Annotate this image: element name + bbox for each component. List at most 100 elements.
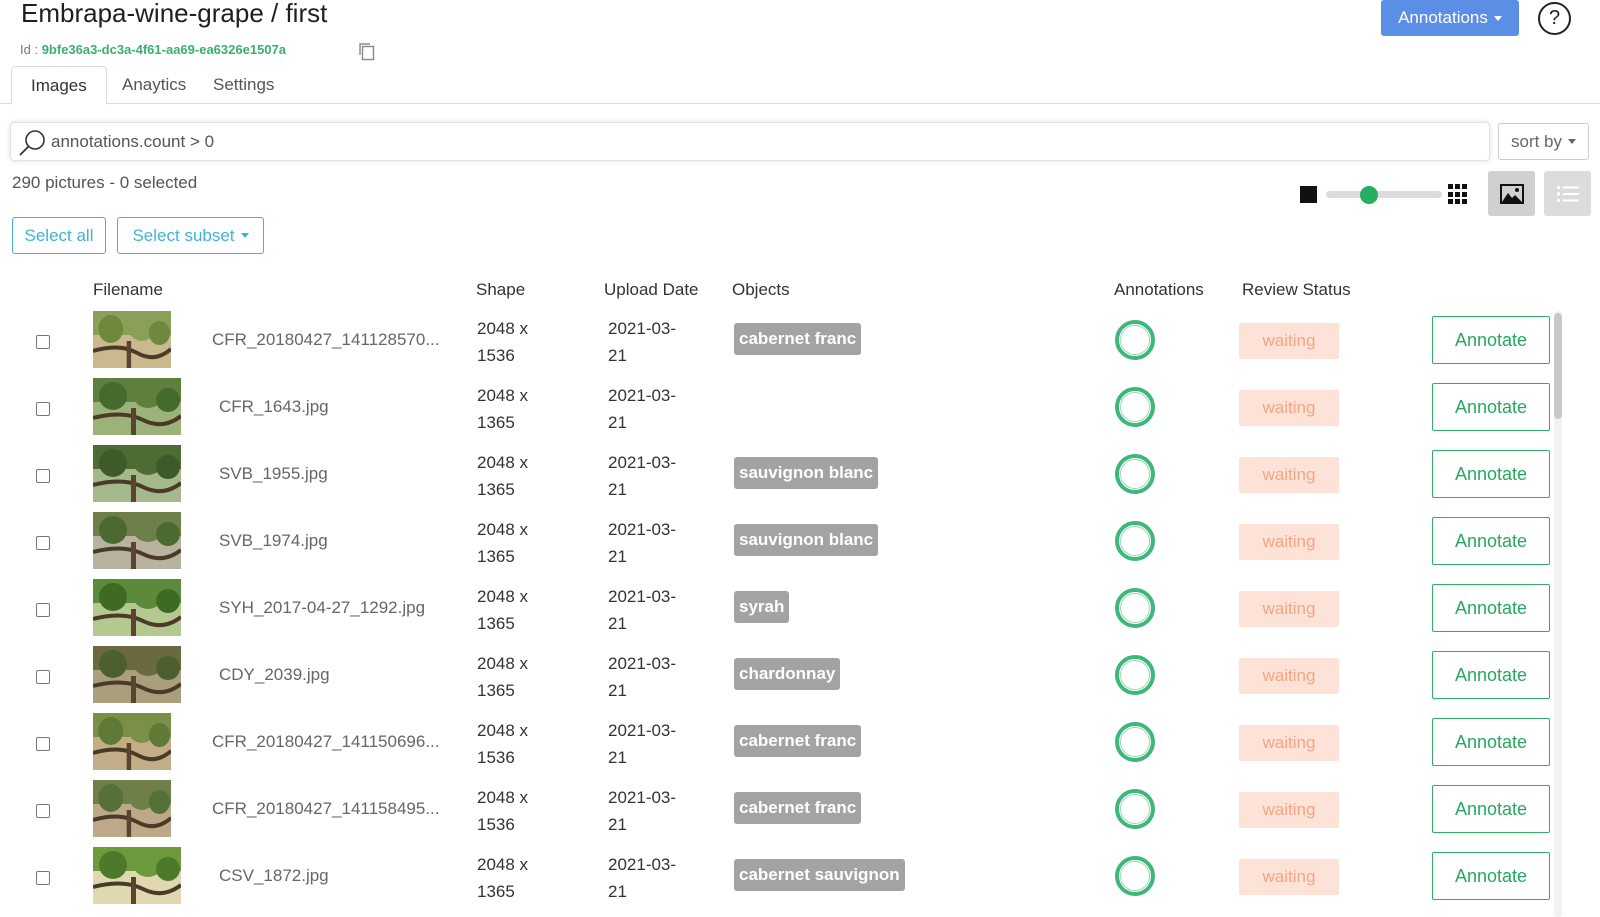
annotation-status-icon — [1115, 722, 1155, 762]
table-row[interactable]: SVB_1955.jpg 2048 x 1365 2021-03- 21 sauvigno… — [0, 444, 1560, 510]
review-status-badge: waiting — [1239, 457, 1339, 493]
filename: CDY_2039.jpg — [219, 665, 330, 684]
annotate-button[interactable]: Annotate — [1432, 584, 1550, 632]
review-status-badge: waiting — [1239, 859, 1339, 895]
row-checkbox[interactable] — [36, 469, 50, 483]
image-thumbnail[interactable] — [93, 378, 181, 435]
upload-date-part-2: 21 — [608, 547, 627, 566]
upload-date-part-1: 2021-03- — [608, 520, 677, 539]
column-header-filename[interactable]: Filename — [93, 280, 163, 300]
annotate-button[interactable]: Annotate — [1432, 450, 1550, 498]
select-subset-label: Select subset — [132, 225, 235, 245]
annotate-button[interactable]: Annotate — [1432, 517, 1550, 565]
row-checkbox[interactable] — [36, 871, 50, 885]
annotate-button[interactable]: Annotate — [1432, 852, 1550, 900]
annotations-dropdown-button[interactable]: Annotations — [1381, 0, 1519, 36]
row-checkbox[interactable] — [36, 737, 50, 751]
object-tag: chardonnay — [734, 658, 841, 690]
image-thumbnail[interactable] — [93, 847, 181, 904]
image-thumbnail[interactable] — [93, 780, 171, 837]
sort-by-dropdown[interactable]: sort by — [1498, 123, 1589, 160]
image-shape: 2048 x 1536 — [477, 315, 567, 369]
shape-width: 2048 x — [477, 721, 529, 740]
table-row[interactable]: SVB_1974.jpg 2048 x 1365 2021-03- 21 sauvigno… — [0, 511, 1560, 577]
table-row[interactable]: CFR_20180427_141128570... 2048 x 1536 2021-… — [0, 310, 1560, 376]
image-shape: 2048 x 1365 — [477, 583, 567, 637]
search-bar — [10, 122, 1490, 161]
upload-date-part-1: 2021-03- — [608, 721, 677, 740]
image-thumbnail[interactable] — [93, 579, 181, 636]
image-thumbnail[interactable] — [93, 512, 181, 569]
table-row[interactable]: CDY_2039.jpg 2048 x 1365 2021-03- 21 chardonn… — [0, 645, 1560, 711]
shape-height: 1365 — [477, 681, 515, 700]
upload-date-part-1: 2021-03- — [608, 788, 677, 807]
upload-date-part-2: 21 — [608, 748, 627, 767]
image-thumbnail[interactable] — [93, 445, 181, 502]
filename: CFR_20180427_141158495... — [212, 799, 440, 818]
shape-height: 1365 — [477, 480, 515, 499]
upload-date-part-2: 21 — [608, 413, 627, 432]
annotation-status-icon — [1115, 588, 1155, 628]
select-all-label: Select all — [24, 225, 94, 245]
image-shape: 2048 x 1365 — [477, 516, 567, 570]
dataset-id-label: Id : — [20, 42, 42, 57]
image-view-icon — [1499, 183, 1524, 204]
annotate-button[interactable]: Annotate — [1432, 316, 1550, 364]
tab-bar: Images Anaytics Settings — [0, 66, 1600, 105]
grid-icon[interactable] — [1448, 184, 1469, 205]
thumbnail-size-slider[interactable] — [1326, 191, 1442, 198]
image-thumbnail[interactable] — [93, 713, 171, 770]
column-header-shape[interactable]: Shape — [476, 280, 525, 300]
list-view-button[interactable] — [1544, 171, 1591, 216]
annotate-button[interactable]: Annotate — [1432, 718, 1550, 766]
column-header-review-status[interactable]: Review Status — [1242, 280, 1351, 300]
filename: CFR_1643.jpg — [219, 397, 329, 416]
scrollbar-thumb[interactable] — [1554, 313, 1562, 419]
column-header-annotations[interactable]: Annotations — [1114, 280, 1204, 300]
image-shape: 2048 x 1365 — [477, 449, 567, 503]
slider-handle[interactable] — [1360, 186, 1379, 204]
table-row[interactable]: CFR_20180427_141150696... 2048 x 1536 2021-… — [0, 712, 1560, 778]
tab-analytics[interactable]: Anaytics — [103, 66, 205, 104]
table-row[interactable]: CFR_20180427_141158495... 2048 x 1536 2021-… — [0, 779, 1560, 845]
annotate-button[interactable]: Annotate — [1432, 651, 1550, 699]
upload-date: 2021-03- 21 — [608, 382, 708, 436]
annotate-button[interactable]: Annotate — [1432, 785, 1550, 833]
annotate-button[interactable]: Annotate — [1432, 383, 1550, 431]
column-header-upload-date[interactable]: Upload Date — [604, 280, 699, 300]
row-checkbox[interactable] — [36, 804, 50, 818]
row-checkbox[interactable] — [36, 536, 50, 550]
select-subset-button[interactable]: Select subset — [117, 217, 264, 254]
column-header-objects[interactable]: Objects — [732, 280, 790, 300]
row-checkbox[interactable] — [36, 603, 50, 617]
image-view-button[interactable] — [1488, 171, 1535, 216]
image-thumbnail[interactable] — [93, 311, 171, 368]
filename: SVB_1955.jpg — [219, 464, 328, 483]
review-status-badge: waiting — [1239, 792, 1339, 828]
shape-width: 2048 x — [477, 386, 529, 405]
image-shape: 2048 x 1536 — [477, 784, 567, 838]
upload-date: 2021-03- 21 — [608, 851, 708, 905]
filename: CSV_1872.jpg — [219, 866, 329, 885]
table-row[interactable]: SYH_2017-04-27_1292.jpg 2048 x 1365 2021-03… — [0, 578, 1560, 644]
row-checkbox[interactable] — [36, 335, 50, 349]
row-checkbox[interactable] — [36, 402, 50, 416]
upload-date-part-1: 2021-03- — [608, 654, 677, 673]
image-shape: 2048 x 1365 — [477, 851, 567, 905]
help-icon[interactable]: ? — [1538, 2, 1571, 35]
search-input[interactable] — [51, 129, 1451, 155]
dataset-id: Id : 9bfe36a3-dc3a-4f61-aa69-ea6326e1507… — [20, 42, 286, 57]
object-tag: cabernet franc — [734, 792, 862, 824]
tab-settings[interactable]: Settings — [194, 66, 293, 104]
table-row[interactable]: CFR_1643.jpg 2048 x 1365 2021-03- 21 waiting A… — [0, 377, 1560, 443]
select-all-button[interactable]: Select all — [12, 217, 106, 254]
review-status-badge: waiting — [1239, 390, 1339, 426]
table-row[interactable]: CSV_1872.jpg 2048 x 1365 2021-03- 21 cabernet… — [0, 846, 1560, 912]
image-thumbnail[interactable] — [93, 646, 181, 703]
review-status-badge: waiting — [1239, 524, 1339, 560]
copy-icon[interactable] — [358, 42, 376, 61]
tab-images[interactable]: Images — [11, 66, 107, 105]
row-checkbox[interactable] — [36, 670, 50, 684]
small-square-icon[interactable] — [1300, 186, 1317, 203]
search-icon — [19, 130, 45, 156]
